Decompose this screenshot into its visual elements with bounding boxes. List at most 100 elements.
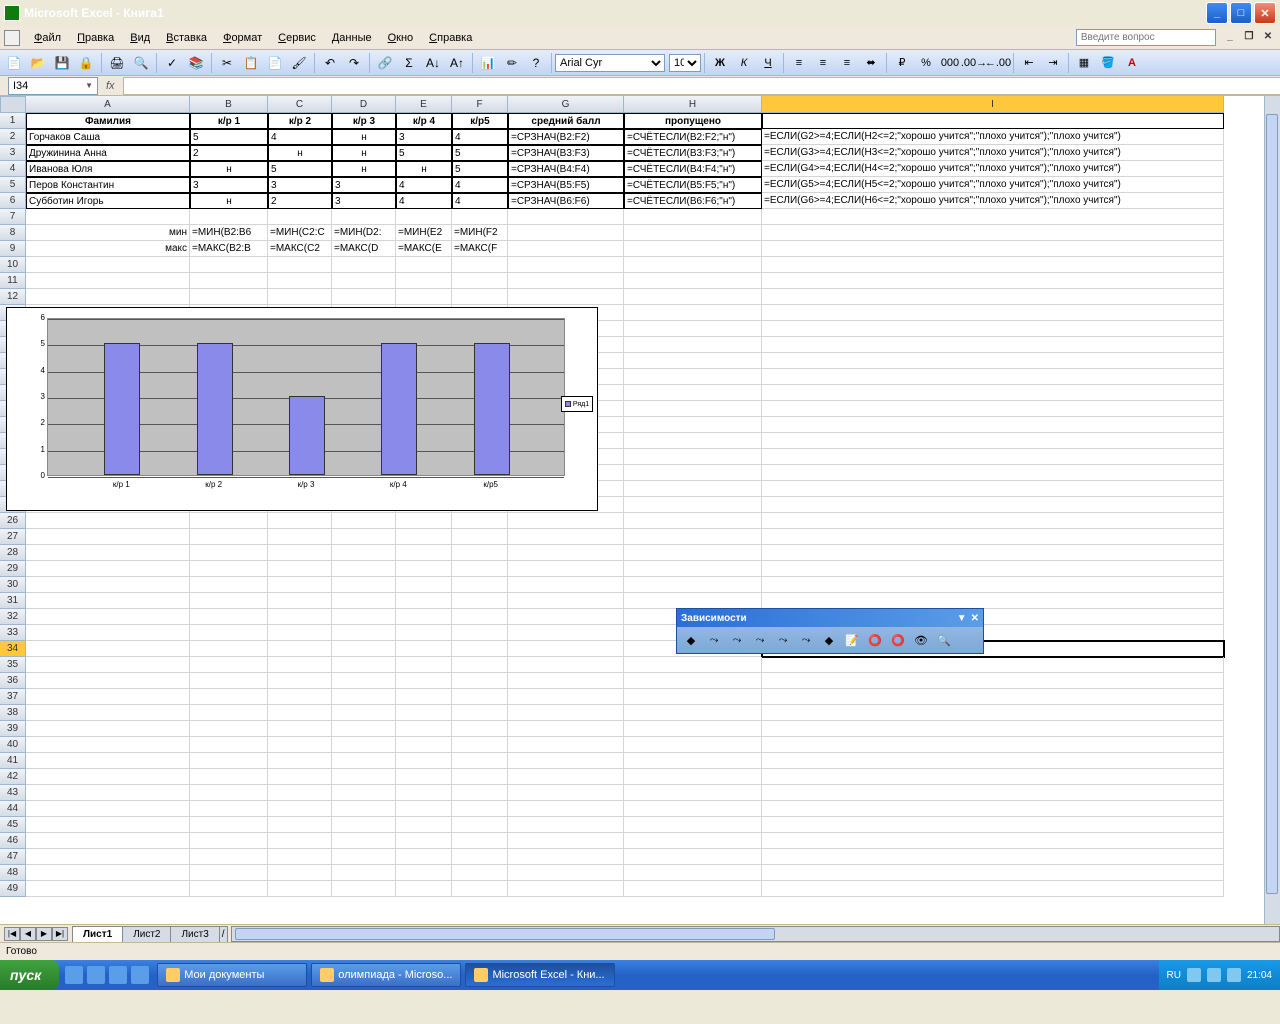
cell[interactable] bbox=[332, 769, 396, 785]
preview-button[interactable]: 🔍 bbox=[130, 52, 152, 74]
align-right-button[interactable]: ≡ bbox=[836, 52, 858, 74]
cell[interactable] bbox=[624, 337, 762, 353]
cell[interactable]: =СРЗНАЧ(B6:F6) bbox=[508, 193, 624, 209]
bold-button[interactable]: Ж bbox=[709, 52, 731, 74]
cell[interactable] bbox=[268, 785, 332, 801]
cell[interactable] bbox=[268, 801, 332, 817]
cell[interactable] bbox=[508, 289, 624, 305]
cell[interactable] bbox=[624, 369, 762, 385]
cell[interactable] bbox=[268, 833, 332, 849]
cell[interactable]: н bbox=[332, 145, 396, 161]
row-header-11[interactable]: 11 bbox=[0, 273, 26, 289]
cell[interactable]: =ЕСЛИ(G4>=4;ЕСЛИ(H4<=2;"хорошо учится";"… bbox=[762, 161, 1224, 177]
cell[interactable] bbox=[190, 545, 268, 561]
cell[interactable] bbox=[452, 849, 508, 865]
cell[interactable] bbox=[624, 673, 762, 689]
cell[interactable] bbox=[762, 401, 1224, 417]
tab-nav-first[interactable]: |◀ bbox=[4, 927, 20, 941]
cell[interactable] bbox=[190, 625, 268, 641]
vertical-scrollbar[interactable] bbox=[1264, 96, 1280, 924]
cell[interactable] bbox=[332, 593, 396, 609]
cell[interactable] bbox=[762, 785, 1224, 801]
sheet-tab-Лист2[interactable]: Лист2 bbox=[122, 926, 171, 942]
cell[interactable] bbox=[26, 529, 190, 545]
row-header-41[interactable]: 41 bbox=[0, 753, 26, 769]
row-header-48[interactable]: 48 bbox=[0, 865, 26, 881]
font-size-select[interactable]: 10 bbox=[669, 54, 701, 72]
cell[interactable] bbox=[190, 753, 268, 769]
cell[interactable] bbox=[268, 289, 332, 305]
copy-button[interactable]: 📋 bbox=[240, 52, 262, 74]
row-header-35[interactable]: 35 bbox=[0, 657, 26, 673]
cell[interactable]: =СЧЁТЕСЛИ(B2:F2;"н") bbox=[624, 129, 762, 145]
cell[interactable] bbox=[508, 865, 624, 881]
col-header-A[interactable]: A bbox=[26, 96, 190, 113]
cell[interactable] bbox=[26, 817, 190, 833]
row-header-29[interactable]: 29 bbox=[0, 561, 26, 577]
cell[interactable] bbox=[508, 625, 624, 641]
cell[interactable] bbox=[762, 737, 1224, 753]
sort-asc-button[interactable]: A↓ bbox=[422, 52, 444, 74]
cell[interactable] bbox=[508, 785, 624, 801]
cell[interactable]: =ЕСЛИ(G5>=4;ЕСЛИ(H5<=2;"хорошо учится";"… bbox=[762, 177, 1224, 193]
minimize-button[interactable]: _ bbox=[1206, 2, 1228, 24]
cell[interactable] bbox=[508, 849, 624, 865]
cell[interactable] bbox=[268, 561, 332, 577]
cell[interactable] bbox=[26, 273, 190, 289]
cell[interactable] bbox=[624, 785, 762, 801]
cell[interactable] bbox=[332, 577, 396, 593]
cell[interactable] bbox=[452, 273, 508, 289]
cell[interactable] bbox=[26, 705, 190, 721]
toolbar-close-icon[interactable]: ✕ bbox=[971, 613, 979, 624]
embedded-chart[interactable]: Ряд1 0123456к/р 1к/р 2к/р 3к/р 4к/р5 bbox=[6, 307, 598, 511]
font-color-button[interactable]: A bbox=[1121, 52, 1143, 74]
dependencies-toolbar[interactable]: Зависимости ▼ ✕ ◆ ⤳ ⤳ ⤳ ⤳ ⤳ ◆ 📝 ⭕ ⭕ 👁 🔍 bbox=[676, 608, 984, 654]
cell[interactable] bbox=[268, 817, 332, 833]
cell[interactable] bbox=[452, 673, 508, 689]
cell[interactable] bbox=[190, 289, 268, 305]
cell[interactable]: =ЕСЛИ(G2>=4;ЕСЛИ(H2<=2;"хорошо учится";"… bbox=[762, 129, 1224, 145]
cell[interactable] bbox=[26, 257, 190, 273]
remove-precedents-button[interactable]: ⤳ bbox=[727, 630, 747, 650]
cell[interactable] bbox=[508, 881, 624, 897]
cell[interactable] bbox=[332, 865, 396, 881]
cell[interactable]: н bbox=[190, 193, 268, 209]
cell[interactable] bbox=[332, 209, 396, 225]
row-header-5[interactable]: 5 bbox=[0, 177, 26, 193]
cell[interactable] bbox=[762, 849, 1224, 865]
tray-lang[interactable]: RU bbox=[1167, 970, 1181, 981]
cell[interactable] bbox=[190, 657, 268, 673]
cell[interactable] bbox=[190, 561, 268, 577]
cell[interactable] bbox=[624, 385, 762, 401]
quick-launch-icon[interactable] bbox=[87, 966, 105, 984]
col-header-E[interactable]: E bbox=[396, 96, 452, 113]
cell[interactable] bbox=[624, 705, 762, 721]
increase-decimal-button[interactable]: .00→ bbox=[963, 52, 985, 74]
cell[interactable] bbox=[268, 705, 332, 721]
cell[interactable] bbox=[190, 689, 268, 705]
cell[interactable] bbox=[190, 529, 268, 545]
maximize-button[interactable]: □ bbox=[1230, 2, 1252, 24]
cell[interactable] bbox=[396, 801, 452, 817]
align-center-button[interactable]: ≡ bbox=[812, 52, 834, 74]
cell[interactable] bbox=[26, 833, 190, 849]
cell[interactable] bbox=[762, 337, 1224, 353]
cell[interactable] bbox=[26, 721, 190, 737]
cell[interactable]: Горчаков Саша bbox=[26, 129, 190, 145]
font-name-select[interactable]: Arial Cyr bbox=[555, 54, 665, 72]
cell[interactable] bbox=[26, 801, 190, 817]
cell[interactable] bbox=[332, 625, 396, 641]
cell[interactable] bbox=[624, 497, 762, 513]
cell[interactable]: 4 bbox=[268, 129, 332, 145]
cell[interactable] bbox=[762, 241, 1224, 257]
cell[interactable] bbox=[26, 609, 190, 625]
cell[interactable] bbox=[396, 513, 452, 529]
cell[interactable] bbox=[26, 625, 190, 641]
cell[interactable] bbox=[762, 481, 1224, 497]
cell[interactable] bbox=[396, 529, 452, 545]
cell[interactable] bbox=[190, 577, 268, 593]
cell[interactable] bbox=[332, 881, 396, 897]
row-header-27[interactable]: 27 bbox=[0, 529, 26, 545]
cell[interactable] bbox=[332, 833, 396, 849]
cell[interactable] bbox=[332, 657, 396, 673]
